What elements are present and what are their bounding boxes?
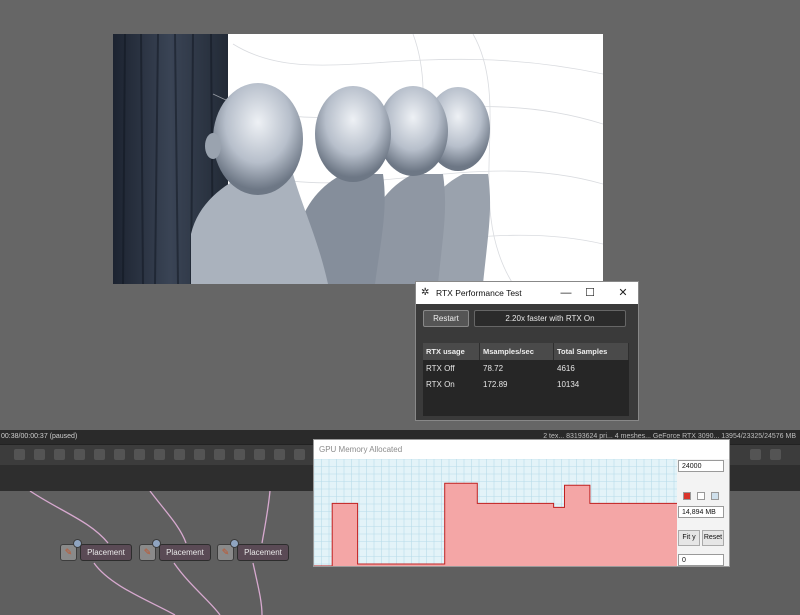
gpu-memory-window: GPU Memory Allocated 24000 14,894 MB Fit… xyxy=(313,439,730,567)
swatch-red[interactable] xyxy=(683,492,691,500)
toolbar-icon[interactable] xyxy=(274,449,285,460)
toolbar-icon[interactable] xyxy=(74,449,85,460)
toolbar-icon[interactable] xyxy=(14,449,25,460)
rtx-results-table: RTX usage Msamples/sec Total Samples RTX… xyxy=(423,343,629,416)
gpu-window-title[interactable]: GPU Memory Allocated xyxy=(314,440,729,459)
close-button[interactable]: ✕ xyxy=(613,285,633,301)
toolbar-icon[interactable] xyxy=(114,449,125,460)
table-cell: 172.89 xyxy=(483,380,508,389)
speedup-result: 2.20x faster with RTX On xyxy=(474,310,626,327)
rtx-window-title: RTX Performance Test xyxy=(436,288,522,298)
current-memory-field: 14,894 MB xyxy=(678,506,724,518)
reset-button[interactable]: Reset xyxy=(702,530,724,546)
table-cell: 78.72 xyxy=(483,364,504,373)
y-max-field[interactable]: 24000 xyxy=(678,460,724,472)
table-cell: 4616 xyxy=(557,364,575,373)
toolbar-icon[interactable] xyxy=(34,449,45,460)
table-cell: RTX Off xyxy=(426,364,455,373)
app-logo-icon: ✲ xyxy=(421,287,430,298)
placement-node-label: Placement xyxy=(237,544,289,561)
toolbar-icon[interactable] xyxy=(750,449,761,460)
table-cell: 10134 xyxy=(557,380,580,389)
swatch-white[interactable] xyxy=(697,492,705,500)
minimize-button[interactable]: — xyxy=(556,285,576,301)
column-header: Total Samples xyxy=(554,343,629,360)
toolbar-icon[interactable] xyxy=(174,449,185,460)
toolbar-icon[interactable] xyxy=(770,449,781,460)
toolbar-icon[interactable] xyxy=(254,449,265,460)
toolbar-icon[interactable] xyxy=(134,449,145,460)
toolbar-icon[interactable] xyxy=(54,449,65,460)
playback-time: 00:38/00:00:37 (paused) xyxy=(1,433,78,440)
y-min-field[interactable]: 0 xyxy=(678,554,724,566)
restart-button[interactable]: Restart xyxy=(423,310,469,327)
toolbar-icon[interactable] xyxy=(234,449,245,460)
column-header: RTX usage xyxy=(423,343,480,360)
toolbar-icon[interactable] xyxy=(194,449,205,460)
placement-node-label: Placement xyxy=(80,544,132,561)
column-header: Msamples/sec xyxy=(480,343,554,360)
fit-y-button[interactable]: Fit y xyxy=(678,530,700,546)
table-cell: RTX On xyxy=(426,380,455,389)
toolbar-icon[interactable] xyxy=(294,449,305,460)
rtx-window-titlebar[interactable]: ✲ RTX Performance Test — ☐ ✕ xyxy=(416,282,638,304)
maximize-button[interactable]: ☐ xyxy=(580,285,600,301)
render-viewport[interactable] xyxy=(113,34,603,284)
toolbar-icon[interactable] xyxy=(154,449,165,460)
swatch-blue[interactable] xyxy=(711,492,719,500)
gpu-memory-plot[interactable] xyxy=(314,459,677,566)
placement-node-label: Placement xyxy=(159,544,211,561)
rtx-performance-window: ✲ RTX Performance Test — ☐ ✕ Restart 2.2… xyxy=(415,281,639,421)
toolbar-icon[interactable] xyxy=(94,449,105,460)
toolbar-icon[interactable] xyxy=(214,449,225,460)
